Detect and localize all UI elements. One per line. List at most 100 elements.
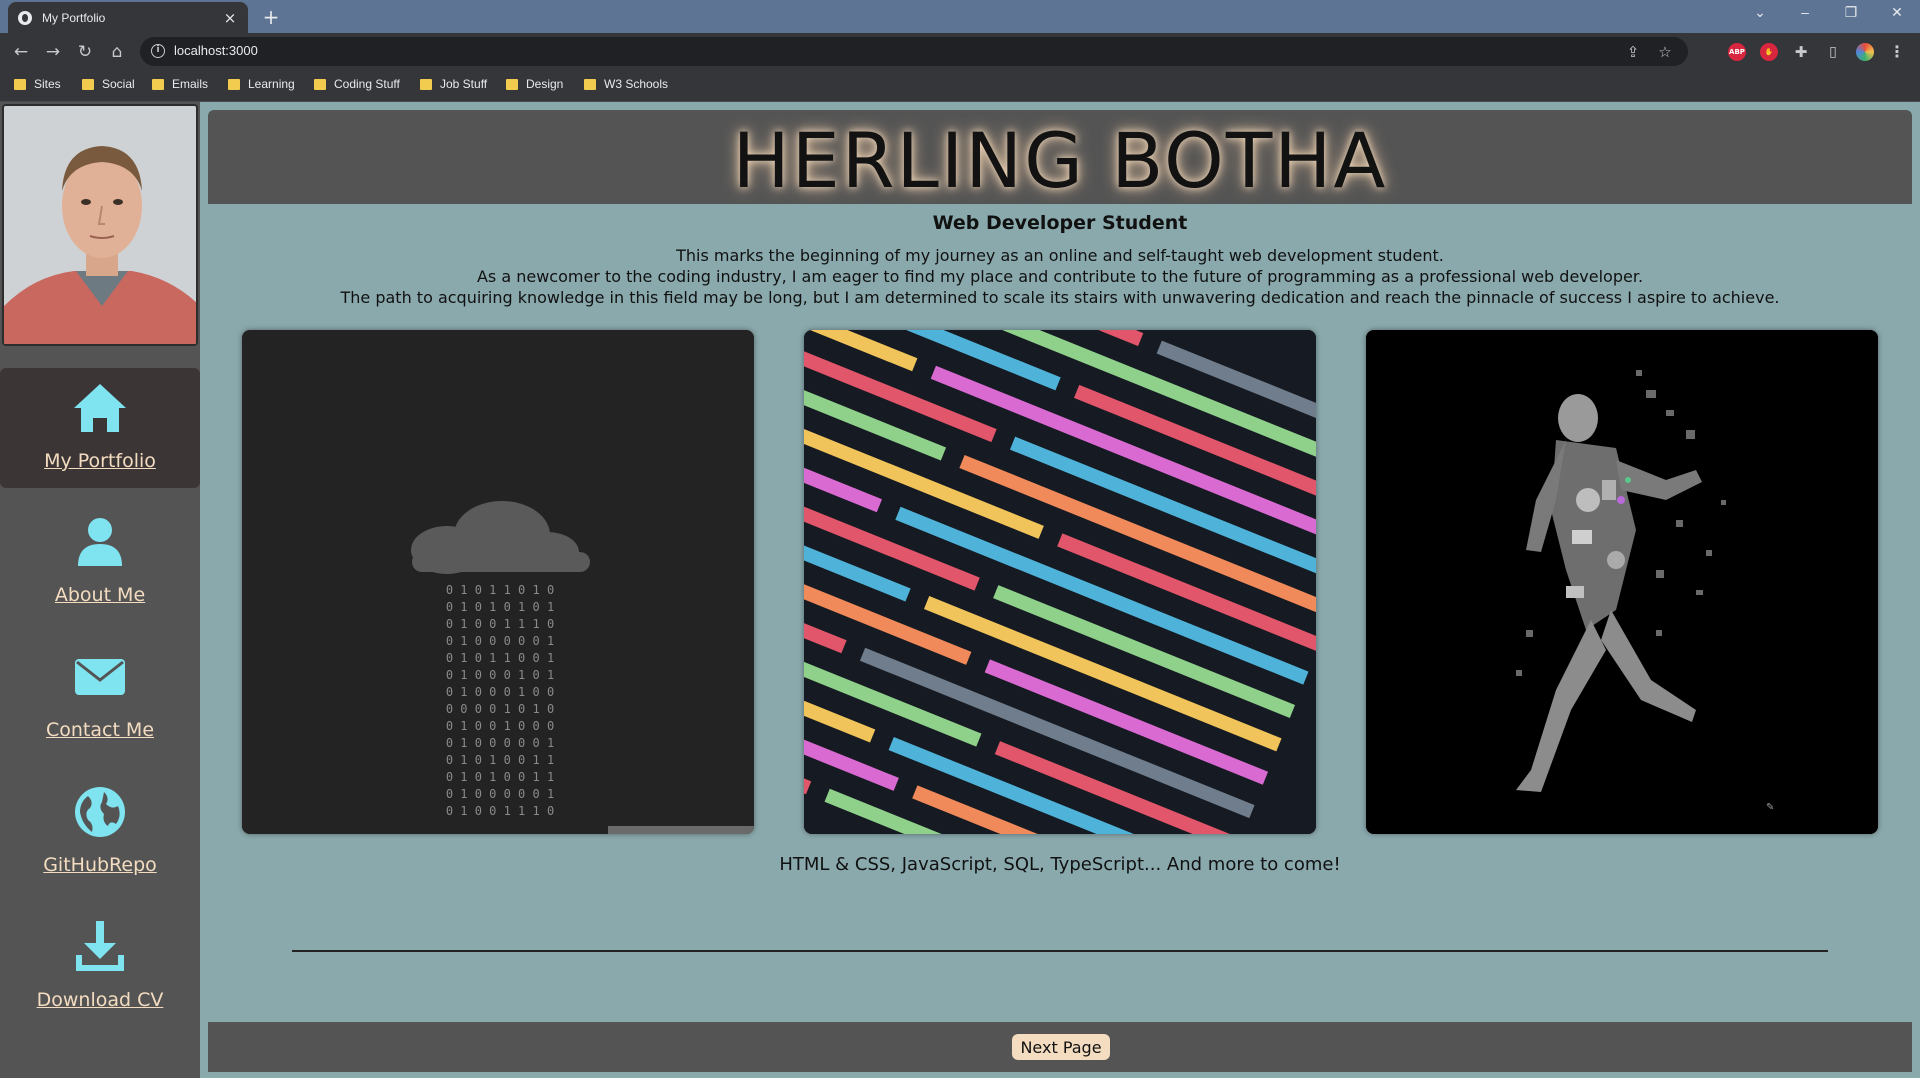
forward-button[interactable]: → bbox=[42, 41, 64, 63]
folder-icon bbox=[420, 78, 432, 90]
folder-icon bbox=[584, 78, 596, 90]
section-divider bbox=[292, 950, 1828, 952]
bookmark-folder[interactable]: W3 Schools bbox=[584, 77, 668, 91]
page-title: HERLING BOTHA bbox=[732, 116, 1388, 205]
svg-text:0 1 0 0 0 0 0 1: 0 1 0 0 0 0 0 1 bbox=[446, 634, 554, 648]
svg-text:0 1 0 0 0 0 0 1: 0 1 0 0 0 0 0 1 bbox=[446, 736, 554, 750]
back-button[interactable]: ← bbox=[10, 41, 32, 63]
nav-item-download-cv[interactable]: Download CV bbox=[0, 907, 200, 1027]
globe-icon bbox=[75, 787, 125, 837]
page-header: HERLING BOTHA bbox=[208, 110, 1912, 205]
folder-icon bbox=[152, 78, 164, 90]
tab-strip: My Portfolio × + ⌄ – ❐ ✕ bbox=[0, 0, 1920, 33]
browser-chrome: My Portfolio × + ⌄ – ❐ ✕ ← → ↻ ⌂ i local… bbox=[0, 0, 1920, 102]
site-info-icon[interactable]: i bbox=[151, 44, 165, 58]
nav-label[interactable]: GitHubRepo bbox=[0, 854, 200, 876]
bookmark-star-icon[interactable]: ☆ bbox=[1656, 43, 1674, 61]
nav-label[interactable]: About Me bbox=[0, 584, 200, 606]
folder-icon bbox=[82, 78, 94, 90]
share-icon[interactable]: ⇪ bbox=[1624, 43, 1642, 61]
code-illustration bbox=[804, 330, 1316, 834]
colorful-code-image bbox=[804, 330, 1316, 834]
extensions-puzzle-icon[interactable]: ✚ bbox=[1792, 43, 1810, 61]
side-panel-icon[interactable]: ▯ bbox=[1824, 43, 1842, 61]
home-icon bbox=[74, 384, 126, 432]
page-content: My Portfolio About Me Contact Me GitHubR… bbox=[0, 102, 1920, 1078]
bookmark-folder[interactable]: Learning bbox=[228, 77, 295, 91]
tab-close-icon[interactable]: × bbox=[222, 9, 238, 27]
person-icon bbox=[78, 518, 122, 566]
bookmark-folder[interactable]: Design bbox=[506, 77, 563, 91]
main-content: HERLING BOTHA Web Developer Student This… bbox=[208, 110, 1912, 1072]
bookmark-label: Coding Stuff bbox=[334, 77, 400, 91]
intro-line: This marks the beginning of my journey a… bbox=[676, 246, 1444, 265]
svg-text:0 1 0 0 1 1 1 0: 0 1 0 0 1 1 1 0 bbox=[446, 804, 554, 818]
adblock-extension-icon[interactable]: ABP bbox=[1728, 43, 1746, 61]
page-subtitle: Web Developer Student bbox=[932, 212, 1188, 234]
browser-tab[interactable]: My Portfolio × bbox=[8, 2, 248, 33]
home-button[interactable]: ⌂ bbox=[106, 41, 128, 63]
skills-text: HTML & CSS, JavaScript, SQL, TypeScript.… bbox=[779, 854, 1341, 875]
folder-icon bbox=[314, 78, 326, 90]
svg-text:0 0 0 0 1 0 1 0: 0 0 0 0 1 0 1 0 bbox=[446, 702, 554, 716]
bookmark-label: Emails bbox=[172, 77, 209, 91]
bookmarks-bar: Sites Social Emails Learning Coding Stuf… bbox=[0, 71, 1920, 102]
svg-text:0 1 0 1 1 0 1 0: 0 1 0 1 1 0 1 0 bbox=[446, 583, 554, 597]
svg-text:0 1 0 0 0 1 0 0: 0 1 0 0 0 1 0 0 bbox=[446, 685, 554, 699]
bookmark-folder[interactable]: Job Stuff bbox=[420, 77, 487, 91]
nav-item-about-me[interactable]: About Me bbox=[0, 502, 200, 622]
download-icon bbox=[76, 921, 124, 971]
close-window-button[interactable]: ✕ bbox=[1882, 4, 1912, 21]
folder-icon bbox=[228, 78, 240, 90]
svg-text:0 1 0 1 1 0 0 1: 0 1 0 1 1 0 0 1 bbox=[446, 651, 554, 665]
svg-text:0 1 0 1 0 1 0 1: 0 1 0 1 0 1 0 1 bbox=[446, 600, 554, 614]
tab-title: My Portfolio bbox=[42, 10, 106, 25]
tech-collage-illustration: ✎ bbox=[1366, 330, 1878, 834]
folder-icon bbox=[14, 78, 26, 90]
intro-line: As a newcomer to the coding industry, I … bbox=[476, 267, 1644, 286]
nav-item-contact-me[interactable]: Contact Me bbox=[0, 637, 200, 757]
browser-toolbar: ← → ↻ ⌂ i localhost:3000 ☆ ⇪ ABP ✋ ✚ ▯ ⋮ bbox=[0, 33, 1920, 71]
svg-text:0 1 0 0 1 1 1 0: 0 1 0 0 1 1 1 0 bbox=[446, 617, 554, 631]
bookmark-label: Design bbox=[526, 77, 564, 91]
bookmark-folder[interactable]: Coding Stuff bbox=[314, 77, 400, 91]
svg-text:0 1 0 0 0 1 0 1: 0 1 0 0 0 1 0 1 bbox=[446, 668, 554, 682]
profile-photo bbox=[2, 104, 198, 346]
bookmark-label: Learning bbox=[248, 77, 295, 91]
tab-search-chevron-icon[interactable]: ⌄ bbox=[1745, 4, 1775, 21]
minimize-button[interactable]: – bbox=[1790, 4, 1820, 20]
intro-line: The path to acquiring knowledge in this … bbox=[340, 288, 1780, 307]
bookmark-label: W3 Schools bbox=[604, 77, 669, 91]
bookmark-folder[interactable]: Emails bbox=[152, 77, 208, 91]
folder-icon bbox=[506, 78, 518, 90]
binary-rain-cloud-image: 0 1 0 1 1 0 1 0 0 1 0 1 0 1 0 1 0 1 0 0 … bbox=[242, 330, 754, 834]
new-tab-button[interactable]: + bbox=[260, 5, 282, 29]
profile-photo-illustration bbox=[4, 106, 196, 344]
address-bar[interactable]: i localhost:3000 ☆ ⇪ bbox=[140, 37, 1688, 66]
tab-favicon-icon bbox=[18, 10, 32, 25]
nav-item-my-portfolio[interactable]: My Portfolio bbox=[0, 368, 200, 488]
svg-text:✎: ✎ bbox=[1766, 802, 1774, 813]
profile-avatar[interactable] bbox=[1856, 43, 1874, 61]
address-url[interactable]: localhost:3000 bbox=[174, 43, 258, 58]
tech-collage-runner-image: ✎ bbox=[1366, 330, 1878, 834]
binary-cloud-illustration: 0 1 0 1 1 0 1 0 0 1 0 1 0 1 0 1 0 1 0 0 … bbox=[242, 330, 754, 834]
envelope-icon bbox=[75, 659, 125, 695]
svg-text:0 1 0 0 1 0 0 0: 0 1 0 0 1 0 0 0 bbox=[446, 719, 554, 733]
nav-item-githubrepo[interactable]: GitHubRepo bbox=[0, 772, 200, 892]
svg-text:0 1 0 0 0 0 0 1: 0 1 0 0 0 0 0 1 bbox=[446, 787, 554, 801]
restore-button[interactable]: ❐ bbox=[1836, 4, 1866, 21]
nav-label[interactable]: Download CV bbox=[0, 989, 200, 1011]
bookmark-folder[interactable]: Sites bbox=[14, 77, 61, 91]
next-page-button[interactable]: Next Page bbox=[1012, 1034, 1110, 1060]
page-footer: Next Page bbox=[208, 1022, 1912, 1072]
nav-label[interactable]: My Portfolio bbox=[0, 450, 200, 472]
sidebar: My Portfolio About Me Contact Me GitHubR… bbox=[0, 102, 200, 1078]
bookmark-folder[interactable]: Social bbox=[82, 77, 135, 91]
nav-label[interactable]: Contact Me bbox=[0, 719, 200, 741]
bookmark-label: Sites bbox=[34, 77, 61, 91]
reload-button[interactable]: ↻ bbox=[74, 41, 96, 63]
browser-menu-icon[interactable]: ⋮ bbox=[1888, 43, 1906, 61]
bookmark-label: Social bbox=[102, 77, 135, 91]
extension-icon[interactable]: ✋ bbox=[1760, 43, 1778, 61]
